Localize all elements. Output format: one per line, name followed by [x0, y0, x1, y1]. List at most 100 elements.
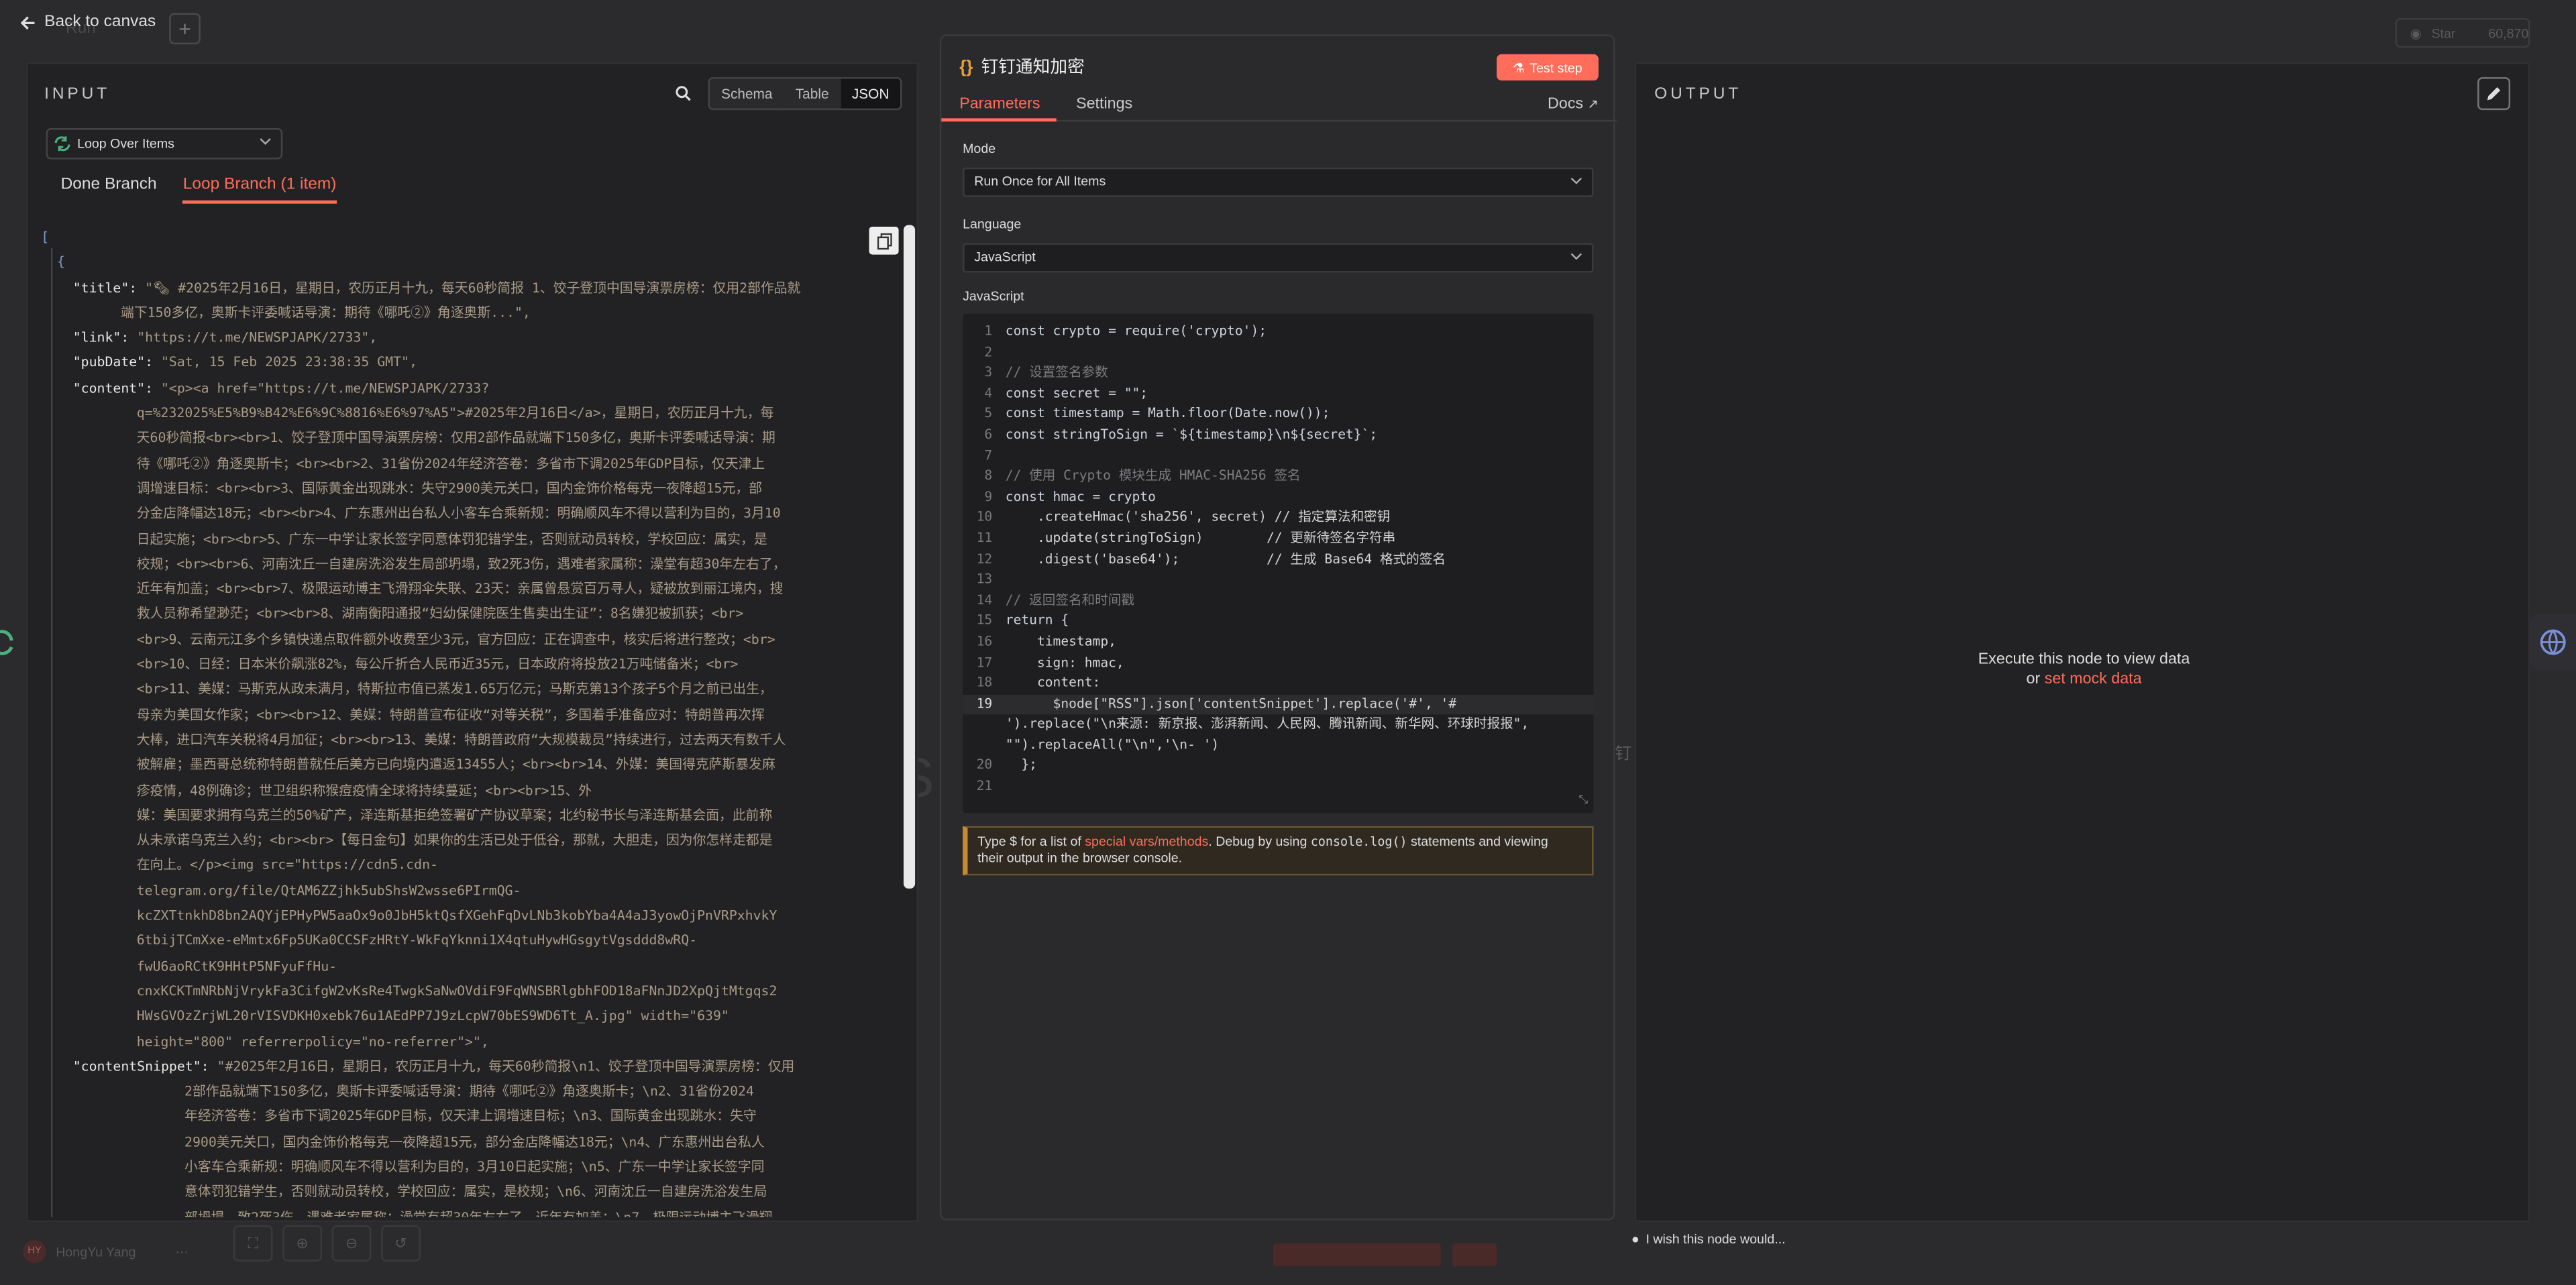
- special-vars-link[interactable]: special vars/methods: [1085, 834, 1208, 849]
- json-line: 6tbijTCmXxe-eMmtx6Fp5UKa0CCSFzHRtY-WkFqY…: [41, 928, 898, 953]
- code-line: 8 // 使用 Crypto 模块生成 HMAC-SHA256 签名: [963, 467, 1593, 488]
- json-value: cnxKCKTmNRbNjVrykFa3CifgW2vKsRe4TwgkSaNw…: [136, 982, 777, 999]
- code-text: ').replace("\n来源: 新京报、澎湃新闻、人民网、腾讯新闻、新华网、…: [1005, 716, 1529, 732]
- json-value: 校规；<br><br>6、河南沈丘一自建房洗浴发生局部坍塌，致2死3伤，遇难者家…: [136, 555, 786, 571]
- set-mock-data-link[interactable]: set mock data: [2045, 670, 2142, 688]
- node-title[interactable]: {} 钉钉通知加密: [959, 54, 1085, 79]
- more-icon[interactable]: ⋯: [175, 1244, 189, 1259]
- code-text: $node["RSS"].json['contentSnippet'].repl…: [1005, 695, 1457, 711]
- output-empty-state: Execute this node to view data or set mo…: [1636, 651, 2532, 690]
- json-key[interactable]: "content": [73, 379, 145, 395]
- json-value: 疹疫情，48例确诊；世卫组织称猴痘疫情全球将持续蔓延；<br><br>15、外: [136, 781, 592, 798]
- code-line: "").replaceAll("\n",'\n- '): [963, 736, 1593, 757]
- fit-view-button[interactable]: ⛶: [233, 1225, 273, 1262]
- feedback-link[interactable]: ● I wish this node would...: [1631, 1232, 1786, 1247]
- reset-zoom-button[interactable]: ↺: [381, 1225, 421, 1262]
- back-to-canvas-button[interactable]: Back to canvas: [19, 13, 156, 32]
- add-node-button[interactable]: +: [169, 13, 201, 45]
- json-key[interactable]: "pubDate": [73, 354, 145, 370]
- previous-node-arrow[interactable]: [0, 624, 16, 657]
- wish-label: I wish this node would...: [1646, 1231, 1786, 1247]
- line-number: 19: [976, 695, 993, 711]
- json-value: 端下150多亿，奥斯卡评委喊话导演：期待《哪吒②》角逐奥斯...",: [121, 303, 531, 321]
- json-line: 待《哪吒②》角逐奥斯卡；<br><br>2、31省份2024年经济答卷：多省市下…: [41, 451, 898, 476]
- json-value: 母亲为美国女作家；<br><br>12、美媒：特朗普宣布征收“对等关税”，多国着…: [136, 706, 765, 722]
- json-key[interactable]: "title": [73, 278, 129, 294]
- line-number: 11: [976, 530, 993, 545]
- language-select[interactable]: JavaScript: [963, 243, 1594, 273]
- json-line: 在向上。</p><img src="https://cdn5.cdn-: [41, 853, 898, 878]
- json-line: 救人员称希望渺茫；<br><br>8、湖南衡阳通报“妇幼保健院医生售卖出生证”：…: [41, 602, 898, 626]
- code-line: ').replace("\n来源: 新京报、澎湃新闻、人民网、腾讯新闻、新华网、…: [963, 715, 1593, 736]
- mode-label: Mode: [963, 141, 996, 156]
- user-menu[interactable]: HY HongYu Yang ⋯: [23, 1239, 189, 1264]
- github-icon: ◉: [2410, 25, 2422, 41]
- resize-handle-icon[interactable]: ⤡: [1578, 795, 1588, 808]
- code-text: const hmac = crypto: [1005, 489, 1156, 504]
- test-step-button[interactable]: ⚗ Test step: [1497, 54, 1599, 81]
- json-value: 年经济答卷：多省市下调2025年GDP目标，仅天津上调增速目标；\n3、国际黄金…: [184, 1107, 757, 1125]
- json-value: "Sat, 15 Feb 2025 23:38:35 GMT",: [161, 353, 417, 371]
- chevron-down-icon: [1570, 253, 1582, 260]
- json-line: 大棒，进口汽车关税将4月加征；<br><br>13、美媒：特朗普政府“大规模裁员…: [41, 728, 898, 752]
- json-bracket: [: [41, 228, 50, 245]
- code-line: 18 content:: [963, 673, 1593, 694]
- line-number: 14: [976, 592, 993, 608]
- canvas-node-behind: 钉: [1615, 745, 1631, 764]
- canvas-button-behind: [1273, 1243, 1441, 1267]
- view-json-button[interactable]: JSON: [840, 78, 901, 109]
- hint-code: console.log(): [1310, 834, 1407, 850]
- next-node-arrow[interactable]: [2530, 614, 2576, 671]
- view-table-button[interactable]: Table: [784, 78, 841, 109]
- code-line: 13: [963, 570, 1593, 591]
- json-value: 6tbijTCmXxe-eMmtx6Fp5UKa0CCSFzHRtY-WkFqY…: [136, 932, 698, 948]
- output-panel: OUTPUT Execute this node to view data or…: [1634, 62, 2532, 1223]
- zoom-out-button[interactable]: ⊖: [331, 1225, 372, 1262]
- code-braces-icon: {}: [959, 56, 973, 76]
- code-hint-notice: Type $ for a list of special vars/method…: [963, 826, 1594, 876]
- globe-icon: [2540, 629, 2566, 655]
- json-line: 年经济答卷：多省市下调2025年GDP目标，仅天津上调增速目标；\n3、国际黄金…: [41, 1105, 898, 1129]
- hint-text-mid: . Debug by using: [1208, 834, 1311, 850]
- zoom-controls: ⛶ ⊕ ⊖ ↺: [233, 1225, 421, 1262]
- json-value: 待《哪吒②》角逐奥斯卡；<br><br>2、31省份2024年经济答卷：多省市下…: [136, 454, 765, 471]
- tab-done-branch[interactable]: Done Branch: [61, 176, 157, 204]
- code-line: 16 timestamp,: [963, 632, 1593, 653]
- json-value: 大棒，进口汽车关税将4月加征；<br><br>13、美媒：特朗普政府“大规模裁员…: [136, 730, 786, 748]
- tab-parameters[interactable]: Parameters: [959, 95, 1040, 113]
- json-viewer[interactable]: [{"title": "🗞 #2025年2月16日，星期日，农历正月十九，每天6…: [41, 225, 898, 1217]
- code-text: sign: hmac,: [1005, 654, 1124, 669]
- search-icon[interactable]: [676, 85, 692, 101]
- code-line: 7: [963, 446, 1593, 467]
- json-line: "link": "https://t.me/NEWSPJAPK/2733",: [72, 329, 378, 345]
- zoom-in-button[interactable]: ⊕: [282, 1225, 323, 1262]
- json-line: {: [41, 250, 898, 275]
- canvas-button-behind: [1452, 1243, 1497, 1267]
- json-value: "<p><a href="https://t.me/NEWSPJAPK/2733…: [161, 379, 490, 396]
- code-text: timestamp,: [1005, 634, 1116, 649]
- input-title: INPUT: [44, 85, 111, 104]
- json-line: height="800" referrerpolicy="no-referrer…: [41, 1029, 898, 1054]
- docs-link[interactable]: Docs ↗: [1548, 95, 1599, 113]
- view-schema-button[interactable]: Schema: [709, 78, 784, 109]
- json-bracket: {: [56, 253, 65, 270]
- code-editor[interactable]: 1 const crypto = require('crypto'); 2 3 // 设…: [963, 313, 1594, 814]
- github-star-button[interactable]: ◉ Star 60,870: [2395, 17, 2530, 48]
- json-line: <br>11、美媒：马斯克从政未满月，特斯拉市值已蒸发1.65万亿元；马斯克第1…: [41, 677, 898, 702]
- lightbulb-icon: ●: [1631, 1231, 1640, 1247]
- json-value: <br>11、美媒：马斯克从政未满月，特斯拉市值已蒸发1.65万亿元；马斯克第1…: [136, 680, 773, 697]
- tab-loop-branch[interactable]: Loop Branch (1 item): [182, 176, 337, 204]
- edit-output-button[interactable]: [2477, 77, 2511, 111]
- json-line: 小客车合乘新规：明确顺风车不得以营利为目的，3月10日起实施；\n5、广东一中学…: [41, 1155, 898, 1180]
- tab-settings[interactable]: Settings: [1076, 95, 1132, 113]
- copy-json-button[interactable]: [869, 226, 899, 255]
- json-key[interactable]: "contentSnippet": [73, 1058, 201, 1074]
- json-key[interactable]: "link": [73, 329, 121, 345]
- json-scrollbar[interactable]: [903, 225, 916, 889]
- mode-select[interactable]: Run Once for All Items: [963, 167, 1594, 197]
- json-value: 天60秒简报<br><br>1、饺子登顶中国导演票房榜：仅用2部作品就端下150…: [136, 429, 775, 446]
- code-text: "").replaceAll("\n",'\n- '): [1005, 737, 1220, 752]
- code-line: 21: [963, 777, 1593, 798]
- line-number: 16: [976, 634, 993, 649]
- input-node-select[interactable]: Loop Over Items: [46, 128, 283, 160]
